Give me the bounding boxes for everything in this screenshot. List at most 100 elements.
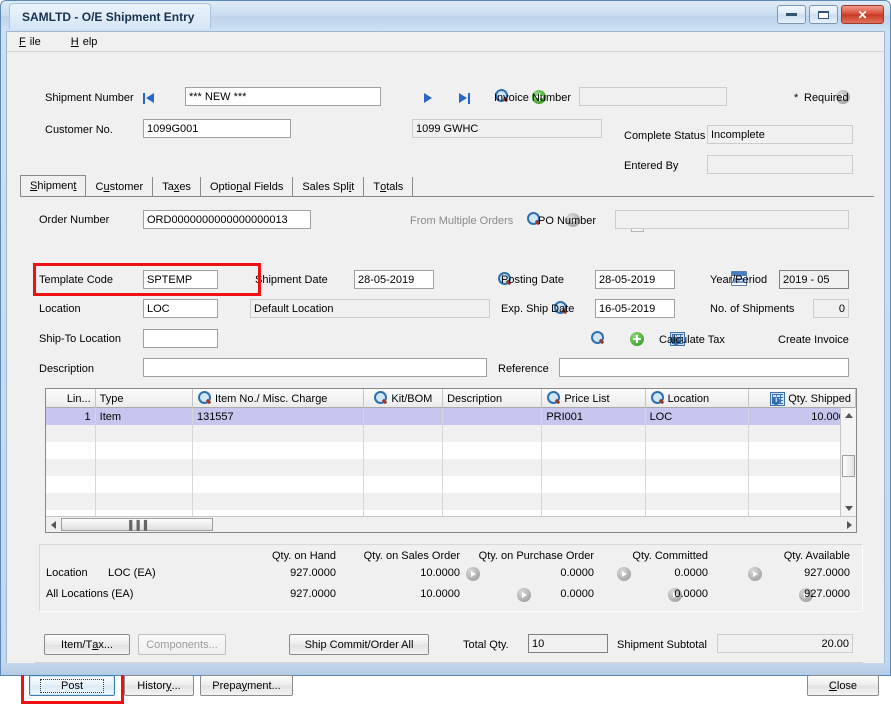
shipment-number-input[interactable]: *** NEW *** [185, 87, 381, 106]
scroll-left-icon[interactable] [46, 517, 60, 532]
grid-column-header[interactable]: Type [96, 389, 193, 408]
grid-cell[interactable]: PRI001 [542, 408, 646, 425]
grid-cell[interactable] [542, 442, 646, 459]
grid-cell[interactable]: LOC [645, 408, 749, 425]
close-button[interactable]: Close [807, 675, 879, 696]
grid-cell[interactable] [192, 425, 364, 442]
magnifier-icon[interactable] [546, 391, 561, 406]
grid-cell[interactable] [363, 408, 444, 425]
grid-cell[interactable] [363, 459, 444, 476]
grid-column-header[interactable]: Location [646, 389, 749, 408]
close-window-button[interactable]: ✕ [841, 5, 884, 24]
tab-shipment[interactable]: Shipmen t [20, 175, 87, 196]
grid-cell[interactable]: Item [95, 408, 193, 425]
posting-date-input[interactable]: 28-05-2019 [595, 270, 675, 289]
grid-cell[interactable] [443, 408, 543, 425]
grid-cell[interactable] [46, 476, 96, 493]
grid-row-empty[interactable] [46, 459, 856, 476]
grid-cell[interactable] [542, 425, 646, 442]
grid-cell[interactable] [192, 442, 364, 459]
tab-customer[interactable]: Cu stomer [86, 177, 154, 196]
grid-cell[interactable] [443, 425, 543, 442]
grid-cell[interactable] [542, 476, 646, 493]
grid-cell[interactable] [46, 459, 96, 476]
location-input[interactable]: LOC [143, 299, 218, 318]
grid-cell[interactable] [192, 493, 364, 510]
grid-cell[interactable] [542, 459, 646, 476]
grid-cell[interactable] [542, 493, 646, 510]
customer-no-input[interactable]: 1099G001 [143, 119, 291, 138]
grid-cell[interactable] [95, 425, 193, 442]
maximize-button[interactable] [809, 5, 838, 24]
scroll-down-icon[interactable] [841, 501, 856, 516]
grid-cell[interactable] [95, 476, 193, 493]
grid-column-header[interactable]: Kit/BOM [364, 389, 444, 408]
grid-cell[interactable] [95, 442, 193, 459]
magnifier-icon[interactable] [197, 391, 212, 406]
grid-cell[interactable] [192, 459, 364, 476]
shipment-date-input[interactable]: 28-05-2019 [354, 270, 434, 289]
post-button[interactable]: Post [29, 675, 115, 696]
last-record-icon[interactable] [457, 92, 471, 105]
grid-cell[interactable] [46, 425, 96, 442]
ship-to-location-input[interactable] [143, 329, 218, 348]
shipment-lines-grid[interactable]: Lin... Type Item No./ Misc. Charge Kit/BOM D… [45, 388, 857, 533]
grid-cell[interactable] [46, 493, 96, 510]
grid-cell[interactable] [645, 425, 749, 442]
item-tax-button[interactable]: Item/T a x... [44, 634, 130, 655]
grid-body[interactable]: 1 Item 131557 PRI001 LOC 10.0000 [46, 408, 856, 527]
history-button[interactable]: Histor y... [124, 675, 194, 696]
grid-cell[interactable] [363, 442, 444, 459]
invoice-number-input[interactable] [579, 87, 727, 106]
grid-row-empty[interactable] [46, 442, 856, 459]
grid-cell[interactable] [443, 442, 543, 459]
grid-cell[interactable]: 131557 [192, 408, 364, 425]
template-code-input[interactable]: SPTEMP [143, 270, 218, 289]
minimize-button[interactable] [777, 5, 806, 24]
order-number-input[interactable]: ORD0000000000000000013 [143, 210, 311, 229]
tab-optional-fields[interactable]: Optio n al Fields [200, 177, 294, 196]
grid-column-header[interactable]: Qty. Shipped [749, 389, 856, 408]
menu-help[interactable]: Help [67, 34, 106, 50]
new-ship-to-location-icon[interactable] [630, 332, 645, 346]
grid-cell[interactable]: 1 [46, 408, 96, 425]
grid-cell[interactable] [95, 459, 193, 476]
grid-cell[interactable] [645, 476, 749, 493]
grid-row-empty[interactable] [46, 476, 856, 493]
grid-cell[interactable] [443, 493, 543, 510]
grid-cell[interactable] [443, 476, 543, 493]
horizontal-scroll-thumb[interactable]: ▐▐▐ [61, 518, 213, 531]
first-record-icon[interactable] [143, 92, 156, 105]
ship-commit-order-all-button[interactable]: Ship Commit/Order All [289, 634, 429, 655]
reference-input[interactable] [559, 358, 849, 377]
next-record-icon[interactable] [421, 92, 434, 105]
tab-totals[interactable]: To tals [364, 177, 414, 196]
grid-cell[interactable] [363, 425, 444, 442]
grid-cell[interactable] [363, 476, 444, 493]
grid-column-header[interactable]: Price List [542, 389, 646, 408]
grid-column-header[interactable]: Description [443, 389, 543, 408]
ship-to-location-finder-icon[interactable] [590, 331, 605, 346]
grid-row-empty[interactable] [46, 493, 856, 510]
grid-finder-icon[interactable] [770, 391, 786, 406]
tab-sales-split[interactable]: Sales Spl i t [293, 177, 365, 196]
prepayment-button[interactable]: Prepa y ment... [200, 675, 293, 696]
grid-row-selected[interactable]: 1 Item 131557 PRI001 LOC 10.0000 [46, 408, 856, 425]
grid-cell[interactable] [95, 493, 193, 510]
menu-file[interactable]: File [15, 34, 49, 50]
magnifier-icon[interactable] [373, 391, 388, 406]
grid-cell[interactable] [645, 459, 749, 476]
grid-column-header[interactable]: Item No./ Misc. Charge [193, 389, 364, 408]
vertical-scroll-thumb[interactable] [842, 455, 855, 477]
grid-cell[interactable] [443, 459, 543, 476]
grid-cell[interactable] [363, 493, 444, 510]
grid-cell[interactable] [192, 476, 364, 493]
scroll-up-icon[interactable] [841, 408, 856, 423]
grid-row-empty[interactable] [46, 425, 856, 442]
grid-cell[interactable] [645, 493, 749, 510]
scroll-right-icon[interactable] [842, 517, 856, 532]
exp-ship-date-input[interactable]: 16-05-2019 [595, 299, 675, 318]
grid-cell[interactable] [645, 442, 749, 459]
grid-column-header[interactable]: Lin... [46, 389, 96, 408]
grid-vertical-scrollbar[interactable] [840, 408, 856, 516]
